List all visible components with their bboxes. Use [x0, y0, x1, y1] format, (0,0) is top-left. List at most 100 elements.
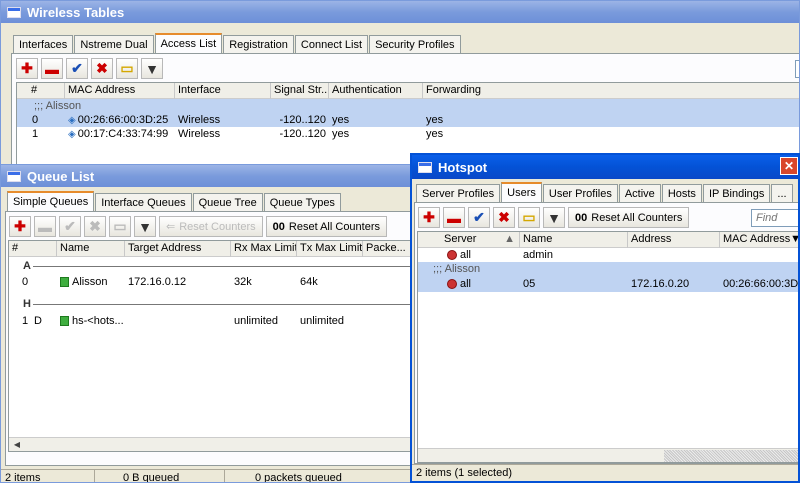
- queue-title-bar[interactable]: Queue List: [1, 165, 429, 187]
- tab-users[interactable]: Users: [501, 182, 542, 202]
- row-flag: D: [34, 315, 42, 327]
- col-interface[interactable]: Interface: [175, 83, 271, 99]
- row-address: [628, 248, 720, 262]
- filter-button[interactable]: ▼: [141, 58, 163, 79]
- close-icon[interactable]: ✕: [780, 157, 798, 175]
- row-server: all: [460, 249, 472, 261]
- hotspot-toolbar: ✚ ▬ ✔ ✖ ▭ ▼ 00 Reset All Counters: [418, 207, 692, 228]
- add-button[interactable]: ✚: [418, 207, 440, 228]
- col-rx[interactable]: Rx Max Limit: [231, 241, 297, 257]
- row-mac: 00:26:66:00:3D:25: [77, 114, 169, 126]
- disable-button[interactable]: ✖: [84, 216, 106, 237]
- tab-queue-types[interactable]: Queue Types: [263, 193, 341, 211]
- disable-button[interactable]: ✖: [91, 58, 113, 79]
- reset-counters-button[interactable]: ⇐ Reset Counters: [159, 216, 263, 237]
- col-server[interactable]: Server ▲: [418, 232, 520, 248]
- col-num[interactable]: #: [17, 83, 65, 99]
- tab-server-profiles[interactable]: Server Profiles: [416, 184, 501, 202]
- column-dropdown-icon[interactable]: ▼: [790, 233, 798, 245]
- hotspot-tabs: Server Profiles Users User Profiles Acti…: [416, 182, 794, 202]
- table-row[interactable]: 1 ◈ 00:17:C4:33:74:99 Wireless -120..120 …: [17, 127, 799, 141]
- row-fwd: yes: [426, 128, 444, 140]
- wireless-arrows-icon: ◈: [68, 129, 76, 140]
- col-address[interactable]: Address: [628, 232, 720, 248]
- tab-ip-bindings[interactable]: IP Bindings: [702, 184, 771, 202]
- group-comment-row[interactable]: ;;; Alisson: [418, 262, 798, 276]
- comment-button[interactable]: ▭: [518, 207, 540, 228]
- enable-button[interactable]: ✔: [59, 216, 81, 237]
- simple-queues-table: # Name Target Address Rx Max Limit Tx Ma…: [8, 240, 429, 452]
- user-icon: [447, 279, 457, 290]
- oo-icon: 00: [272, 220, 285, 233]
- reset-all-counters-button[interactable]: 00 Reset All Counters: [265, 216, 388, 237]
- status-packets-queued: 0 packets queued: [255, 472, 342, 483]
- comment-button[interactable]: ▭: [116, 58, 138, 79]
- row-signal: -120..120: [279, 128, 326, 140]
- group-comment-row[interactable]: ;;; Alisson: [17, 99, 799, 113]
- queue-horizontal-scrollbar[interactable]: ◀: [9, 437, 429, 451]
- table-header: # Name Target Address Rx Max Limit Tx Ma…: [9, 241, 429, 257]
- col-authentication[interactable]: Authentication: [329, 83, 423, 99]
- comment-button[interactable]: ▭: [109, 216, 131, 237]
- hotspot-horizontal-scrollbar[interactable]: [418, 448, 798, 462]
- enable-button[interactable]: ✔: [66, 58, 88, 79]
- group-comment: ;;; Alisson: [34, 100, 82, 112]
- hotspot-find-input[interactable]: [751, 209, 798, 227]
- wireless-title: Wireless Tables: [27, 4, 125, 20]
- tab-user-profiles[interactable]: User Profiles: [542, 184, 618, 202]
- remove-button[interactable]: ▬: [34, 216, 56, 237]
- table-row-selected[interactable]: all 05 172.16.0.20 00:26:66:00:3D:25: [418, 276, 798, 292]
- col-forwarding[interactable]: Forwarding: [423, 83, 799, 99]
- tab-interface-queues[interactable]: Interface Queues: [95, 193, 192, 211]
- hotspot-title-bar[interactable]: Hotspot ✕: [412, 155, 798, 179]
- col-server-label: Server: [444, 233, 477, 245]
- row-tx: 64k: [300, 276, 318, 288]
- row-mac: [720, 248, 798, 262]
- queue-icon: [60, 277, 69, 288]
- add-button[interactable]: ✚: [16, 58, 38, 79]
- queue-status-bar: 2 items 0 B queued 0 packets queued: [1, 469, 429, 483]
- scroll-left-icon[interactable]: ◀: [11, 439, 23, 451]
- remove-button[interactable]: ▬: [443, 207, 465, 228]
- table-row[interactable]: 0 ◈ 00:26:66:00:3D:25 Wireless -120..120 …: [17, 113, 799, 127]
- add-button[interactable]: ✚: [9, 216, 31, 237]
- queue-panel: ✚ ▬ ✔ ✖ ▭ ▼ ⇐ Reset Counters 00 Reset All …: [5, 211, 429, 466]
- col-mac[interactable]: MAC Address: [65, 83, 175, 99]
- row-name: hs-<hots...: [72, 315, 124, 327]
- table-row[interactable]: all admin: [418, 248, 798, 262]
- tab-security-profiles[interactable]: Security Profiles: [369, 35, 461, 53]
- reset-all-counters-button[interactable]: 00 Reset All Counters: [568, 207, 690, 228]
- scroll-thumb[interactable]: [664, 450, 798, 462]
- row-server: all: [460, 278, 472, 290]
- col-signal[interactable]: Signal Str...: [271, 83, 329, 99]
- tab-more[interactable]: ...: [771, 184, 793, 202]
- col-mac[interactable]: MAC Address ▼: [720, 232, 798, 248]
- col-num[interactable]: #: [9, 241, 57, 257]
- tab-connect-list[interactable]: Connect List: [294, 35, 369, 53]
- row-name: 05: [523, 278, 536, 290]
- row-signal: -120..120: [279, 114, 326, 126]
- col-name[interactable]: Name: [57, 241, 125, 257]
- tab-interfaces[interactable]: Interfaces: [13, 35, 74, 53]
- col-tx[interactable]: Tx Max Limit: [297, 241, 363, 257]
- tab-simple-queues[interactable]: Simple Queues: [7, 191, 95, 211]
- filter-button[interactable]: ▼: [134, 216, 156, 237]
- remove-button[interactable]: ▬: [41, 58, 63, 79]
- tab-queue-tree[interactable]: Queue Tree: [192, 193, 263, 211]
- tab-active[interactable]: Active: [618, 184, 661, 202]
- table-row[interactable]: 1 D hs-<hots... unlimited unlimited: [9, 313, 429, 329]
- tab-nstreme-dual[interactable]: Nstreme Dual: [74, 35, 154, 53]
- wireless-title-bar[interactable]: Wireless Tables: [1, 1, 799, 23]
- tab-access-list[interactable]: Access List: [154, 33, 223, 53]
- row-name-cell: hs-<hots...: [57, 313, 125, 329]
- col-name[interactable]: Name: [520, 232, 628, 248]
- tab-hosts[interactable]: Hosts: [661, 184, 702, 202]
- col-target[interactable]: Target Address: [125, 241, 231, 257]
- disable-button[interactable]: ✖: [493, 207, 515, 228]
- tab-registration[interactable]: Registration: [223, 35, 294, 53]
- status-bytes-queued: 0 B queued: [95, 470, 225, 482]
- enable-button[interactable]: ✔: [468, 207, 490, 228]
- table-row[interactable]: 0 Alisson 172.16.0.12 32k 64k: [9, 274, 429, 290]
- filter-button[interactable]: ▼: [543, 207, 565, 228]
- wireless-find-input[interactable]: [795, 60, 799, 78]
